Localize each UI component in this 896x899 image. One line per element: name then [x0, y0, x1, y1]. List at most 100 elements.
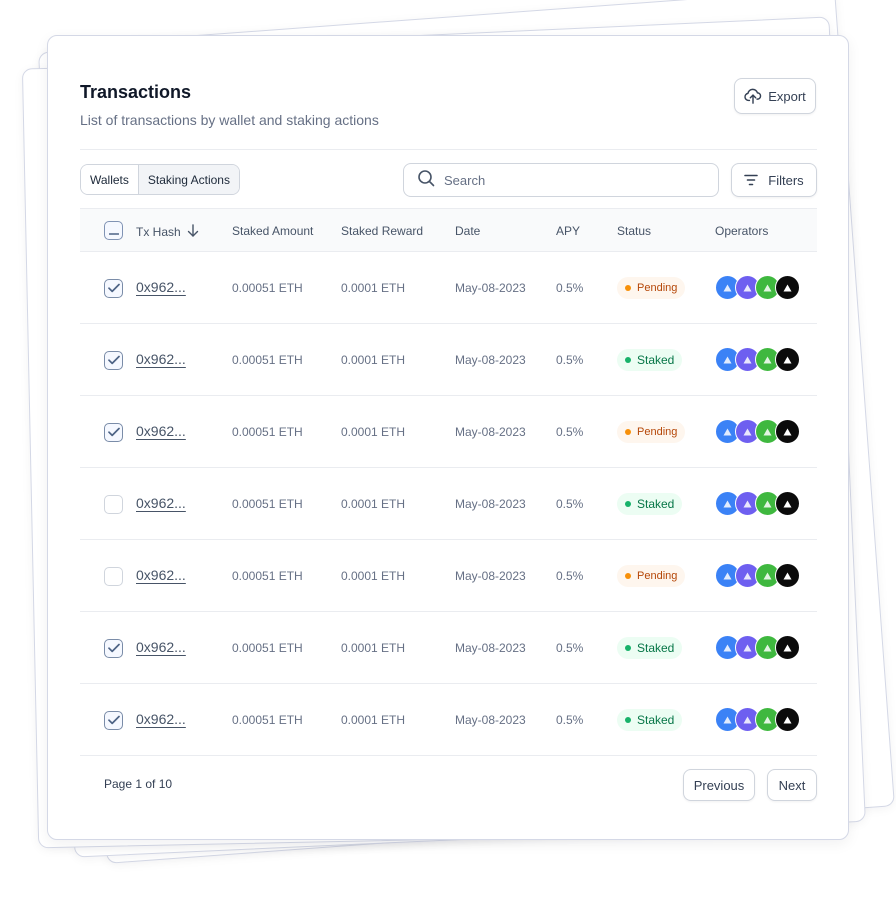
status-label: Pending: [637, 426, 678, 438]
check-icon: [107, 640, 120, 658]
cloud-upload-icon: [744, 88, 762, 104]
date-cell: May-08-2023: [455, 497, 526, 511]
staked-reward-cell: 0.0001 ETH: [341, 497, 406, 511]
operators-avatar-group: [715, 491, 805, 517]
column-header-status: Status: [617, 224, 652, 238]
search-input[interactable]: Search: [403, 163, 719, 197]
transactions-card: Transactions List of transactions by wal…: [47, 35, 849, 840]
staked-reward-cell: 0.0001 ETH: [341, 713, 406, 727]
tx-hash-link[interactable]: 0x962...: [136, 639, 186, 655]
tab-staking-actions[interactable]: Staking Actions: [138, 165, 239, 194]
table-row: 0x962... 0.00051 ETH 0.0001 ETH May-08-2023…: [80, 684, 817, 756]
operators-avatar-group: [715, 347, 805, 373]
filters-button-label: Filters: [768, 172, 804, 188]
staked-reward-cell: 0.0001 ETH: [341, 425, 406, 439]
status-badge: Staked: [617, 493, 683, 515]
status-label: Staked: [637, 353, 675, 367]
tx-hash-link[interactable]: 0x962...: [136, 495, 186, 511]
row-checkbox[interactable]: [104, 351, 123, 370]
row-checkbox[interactable]: [104, 639, 123, 658]
status-badge: Pending: [617, 565, 686, 587]
column-header-staked-reward: Staked Reward: [341, 224, 424, 238]
staked-reward-cell: 0.0001 ETH: [341, 569, 406, 583]
search-icon: [417, 169, 435, 192]
table-row: 0x962... 0.00051 ETH 0.0001 ETH May-08-2023…: [80, 468, 817, 540]
status-badge: Pending: [617, 277, 686, 299]
table-header: Tx Hash Staked Amount Staked Reward Date…: [80, 208, 817, 252]
status-label: Staked: [637, 713, 675, 727]
export-button[interactable]: Export: [734, 78, 816, 114]
status-dot: [625, 357, 631, 363]
staked-amount-cell: 0.00051 ETH: [232, 281, 303, 295]
apy-cell: 0.5%: [556, 497, 584, 511]
apy-cell: 0.5%: [556, 641, 584, 655]
operators-avatar-group: [715, 419, 805, 445]
row-checkbox[interactable]: [104, 279, 123, 298]
staked-amount-cell: 0.00051 ETH: [232, 569, 303, 583]
staked-amount-cell: 0.00051 ETH: [232, 497, 303, 511]
status-dot: [625, 429, 631, 435]
next-button[interactable]: Next: [767, 769, 817, 801]
tx-hash-link[interactable]: 0x962...: [136, 351, 186, 367]
pagination-info: Page 1 of 10: [104, 777, 173, 791]
tab-wallets[interactable]: Wallets: [81, 165, 139, 194]
staked-reward-cell: 0.0001 ETH: [341, 281, 406, 295]
search-placeholder: Search: [444, 172, 486, 188]
tx-hash-link[interactable]: 0x962...: [136, 423, 186, 439]
column-header-label: Tx Hash: [136, 225, 181, 239]
operator-avatar-black-icon[interactable]: [775, 419, 800, 444]
staked-amount-cell: 0.00051 ETH: [232, 713, 303, 727]
export-button-label: Export: [768, 88, 806, 104]
row-checkbox[interactable]: [104, 495, 123, 514]
staked-amount-cell: 0.00051 ETH: [232, 641, 303, 655]
column-header-tx-hash[interactable]: Tx Hash: [136, 224, 199, 240]
tx-hash-link[interactable]: 0x962...: [136, 567, 186, 583]
apy-cell: 0.5%: [556, 425, 584, 439]
operator-avatar-black-icon[interactable]: [775, 707, 800, 732]
tx-hash-link[interactable]: 0x962...: [136, 279, 186, 295]
table-body: 0x962... 0.00051 ETH 0.0001 ETH May-08-2023…: [80, 252, 817, 756]
date-cell: May-08-2023: [455, 569, 526, 583]
row-checkbox[interactable]: [104, 567, 123, 586]
table-row: 0x962... 0.00051 ETH 0.0001 ETH May-08-2023…: [80, 252, 817, 324]
operators-avatar-group: [715, 707, 805, 733]
staked-reward-cell: 0.0001 ETH: [341, 641, 406, 655]
minus-icon: [108, 222, 119, 240]
status-badge: Pending: [617, 421, 686, 443]
column-header-staked-amount: Staked Amount: [232, 224, 314, 238]
tx-hash-link[interactable]: 0x962...: [136, 711, 186, 727]
arrow-down-icon: [187, 224, 199, 240]
apy-cell: 0.5%: [556, 281, 584, 295]
previous-button[interactable]: Previous: [683, 769, 755, 801]
filter-lines-icon: [744, 174, 759, 186]
status-label: Staked: [637, 641, 675, 655]
status-label: Pending: [637, 570, 678, 582]
staked-amount-cell: 0.00051 ETH: [232, 425, 303, 439]
date-cell: May-08-2023: [455, 281, 526, 295]
operators-avatar-group: [715, 275, 805, 301]
apy-cell: 0.5%: [556, 353, 584, 367]
operator-avatar-black-icon[interactable]: [775, 491, 800, 516]
check-icon: [107, 712, 120, 730]
staked-amount-cell: 0.00051 ETH: [232, 353, 303, 367]
date-cell: May-08-2023: [455, 353, 526, 367]
column-header-operators: Operators: [715, 224, 769, 238]
operator-avatar-black-icon[interactable]: [775, 563, 800, 588]
date-cell: May-08-2023: [455, 425, 526, 439]
operator-avatar-black-icon[interactable]: [775, 347, 800, 372]
filters-button[interactable]: Filters: [731, 163, 817, 197]
operators-avatar-group: [715, 635, 805, 661]
page-title: Transactions: [80, 82, 192, 102]
row-checkbox[interactable]: [104, 711, 123, 730]
status-dot: [625, 501, 631, 507]
check-icon: [107, 280, 120, 298]
select-all-checkbox[interactable]: [104, 221, 123, 240]
table-row: 0x962... 0.00051 ETH 0.0001 ETH May-08-2023…: [80, 396, 817, 468]
operator-avatar-black-icon[interactable]: [775, 635, 800, 660]
operator-avatar-black-icon[interactable]: [775, 275, 800, 300]
row-checkbox[interactable]: [104, 423, 123, 442]
date-cell: May-08-2023: [455, 713, 526, 727]
status-badge: Staked: [617, 637, 683, 659]
page-subtitle: List of transactions by wallet and staki…: [80, 112, 379, 128]
check-icon: [107, 424, 120, 442]
